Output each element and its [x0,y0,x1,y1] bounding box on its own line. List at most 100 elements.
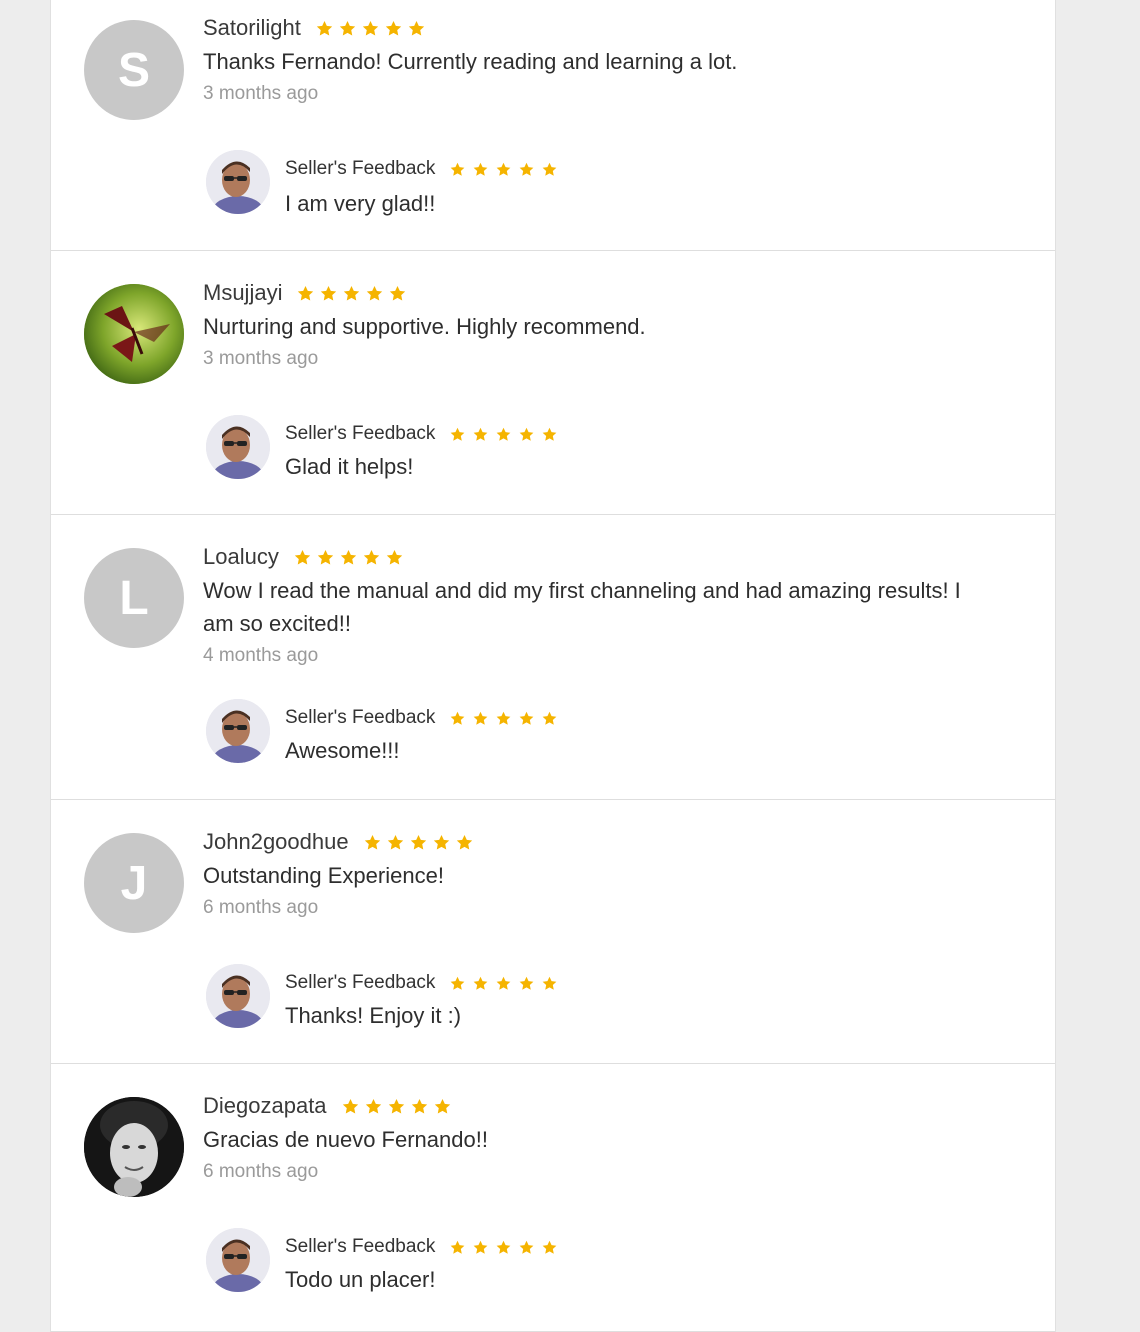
review-text: Thanks Fernando! Currently reading and l… [203,49,738,74]
review-text: Outstanding Experience! [203,863,444,888]
star-icon [407,19,426,38]
portrait-photo-avatar[interactable] [84,1097,184,1197]
star-icon [472,975,489,992]
seller-feedback-label: Seller's Feedback [285,1236,436,1257]
review-text: Gracias de nuevo Fernando!! [203,1127,488,1152]
username[interactable]: Satorilight [203,15,301,41]
review-text: Nurturing and supportive. Highly recomme… [203,314,646,339]
star-icon [365,284,384,303]
review-time: 6 months ago [203,1161,319,1182]
seller-avatar [206,150,270,214]
seller-feedback-label: Seller's Feedback [285,972,436,993]
star-icon [472,1239,489,1256]
star-icon [449,1239,466,1256]
review-header: Satorilight [203,14,430,42]
seller-rating-stars [449,161,564,178]
seller-rating-stars [449,1239,564,1256]
star-icon [387,1097,406,1116]
reviews-panel: S Satorilight Thanks Fernando! Currently… [50,0,1056,1332]
star-icon [472,161,489,178]
star-icon [495,426,512,443]
seller-feedback-header: Seller's Feedback [285,421,564,447]
username[interactable]: Loalucy [203,544,279,570]
star-icon [361,19,380,38]
username[interactable]: Diegozapata [203,1093,327,1119]
star-icon [495,1239,512,1256]
star-icon [341,1097,360,1116]
seller-feedback-header: Seller's Feedback [285,970,564,996]
star-icon [339,548,358,567]
star-icon [388,284,407,303]
star-icon [338,19,357,38]
username[interactable]: Msujjayi [203,280,282,306]
avatar-letter: S [117,43,150,97]
dragonfly-photo-avatar[interactable] [84,284,184,384]
seller-feedback-text: Glad it helps! [285,454,414,479]
seller-avatar [206,964,270,1028]
star-icon [541,1239,558,1256]
star-icon [293,548,312,567]
review-header: Loalucy [203,543,408,571]
review-time: 6 months ago [203,897,319,918]
user-avatar[interactable]: L [84,548,184,648]
star-icon [518,1239,535,1256]
rating-stars [296,284,411,303]
star-icon [433,1097,452,1116]
seller-feedback-label: Seller's Feedback [285,423,436,444]
seller-feedback-text: Todo un placer! [285,1267,436,1292]
review-time: 3 months ago [203,83,319,104]
seller-rating-stars [449,426,564,443]
star-icon [495,975,512,992]
star-icon [363,833,382,852]
seller-feedback-header: Seller's Feedback [285,705,564,731]
star-icon [410,1097,429,1116]
star-icon [495,161,512,178]
rating-stars [315,19,430,38]
username[interactable]: John2goodhue [203,829,349,855]
review-item: Msujjayi Nurturing and supportive. Highl… [51,251,1055,515]
star-icon [518,161,535,178]
star-icon [362,548,381,567]
star-icon [541,975,558,992]
star-icon [409,833,428,852]
seller-feedback-label: Seller's Feedback [285,707,436,728]
review-header: Diegozapata [203,1092,456,1120]
seller-rating-stars [449,710,564,727]
star-icon [541,161,558,178]
star-icon [449,975,466,992]
review-item: L Loalucy Wow I read the manual and did … [51,515,1055,800]
star-icon [385,548,404,567]
seller-feedback-text: Awesome!!! [285,738,400,763]
review-header: John2goodhue [203,828,478,856]
star-icon [449,710,466,727]
avatar-letter: L [119,571,149,625]
star-icon [296,284,315,303]
rating-stars [363,833,478,852]
user-avatar[interactable]: J [84,833,184,933]
star-icon [449,426,466,443]
rating-stars [341,1097,456,1116]
star-icon [432,833,451,852]
star-icon [386,833,405,852]
star-icon [319,284,338,303]
review-item: S Satorilight Thanks Fernando! Currently… [51,0,1055,251]
star-icon [518,975,535,992]
review-header: Msujjayi [203,279,411,307]
seller-avatar [206,1228,270,1292]
review-item: Diegozapata Gracias de nuevo Fernando!! … [51,1064,1055,1332]
user-avatar[interactable]: S [84,20,184,120]
star-icon [316,548,335,567]
star-icon [342,284,361,303]
star-icon [455,833,474,852]
review-item: J John2goodhue Outstanding Experience! 6… [51,800,1055,1064]
star-icon [541,426,558,443]
avatar-letter: J [120,856,148,910]
seller-feedback-header: Seller's Feedback [285,1234,564,1260]
review-text: Wow I read the manual and did my first c… [203,578,961,636]
star-icon [384,19,403,38]
star-icon [541,710,558,727]
seller-feedback-label: Seller's Feedback [285,158,436,179]
review-time: 4 months ago [203,645,319,666]
seller-feedback-text: Thanks! Enjoy it :) [285,1003,462,1028]
star-icon [472,710,489,727]
